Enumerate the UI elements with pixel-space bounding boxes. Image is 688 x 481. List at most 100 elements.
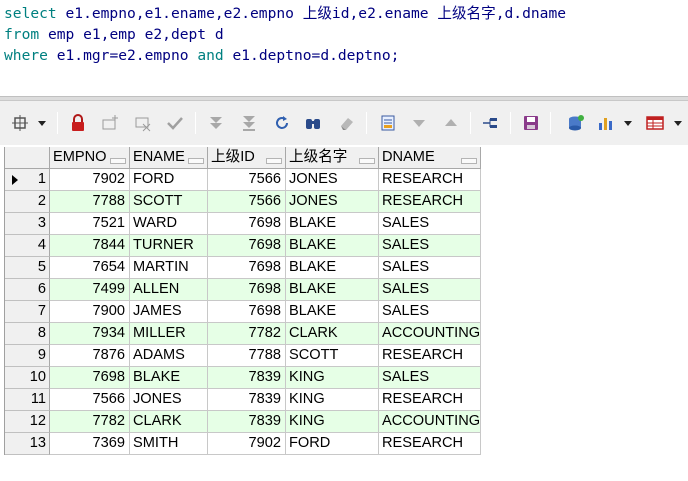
cell-ename[interactable]: MARTIN [130, 257, 208, 279]
cell-mgr-name[interactable]: JONES [286, 169, 379, 191]
cell-dname[interactable]: SALES [379, 301, 481, 323]
cell-ename[interactable]: SCOTT [130, 191, 208, 213]
row-number[interactable]: 8 [5, 323, 50, 345]
cell-mgr-id[interactable]: 7839 [208, 411, 286, 433]
save-icon[interactable] [522, 114, 540, 132]
cell-mgr-name[interactable]: KING [286, 411, 379, 433]
sort-asc-icon[interactable] [442, 114, 460, 132]
row-number[interactable]: 9 [5, 345, 50, 367]
cell-mgr-id[interactable]: 7698 [208, 235, 286, 257]
cell-mgr-name[interactable]: KING [286, 367, 379, 389]
row-number[interactable]: 6 [5, 279, 50, 301]
cell-empno[interactable]: 7369 [50, 433, 130, 455]
cell-empno[interactable]: 7844 [50, 235, 130, 257]
cell-mgr-name[interactable]: BLAKE [286, 257, 379, 279]
cell-mgr-id[interactable]: 7566 [208, 191, 286, 213]
row-number[interactable]: 3 [5, 213, 50, 235]
refresh-icon[interactable] [273, 114, 291, 132]
cell-ename[interactable]: ADAMS [130, 345, 208, 367]
cell-empno[interactable]: 7902 [50, 169, 130, 191]
chevron-down-icon[interactable] [674, 121, 682, 126]
sort-desc-icon[interactable] [410, 114, 428, 132]
column-header-empno[interactable]: EMPNO [50, 147, 130, 169]
cell-mgr-name[interactable]: FORD [286, 433, 379, 455]
fetch-last-icon[interactable] [240, 114, 258, 132]
row-number[interactable]: 11 [5, 389, 50, 411]
cell-mgr-name[interactable]: BLAKE [286, 301, 379, 323]
column-header-dname[interactable]: DNAME [379, 147, 481, 169]
column-header-mgr-name[interactable]: 上级名字 [286, 147, 379, 169]
cell-mgr-id[interactable]: 7698 [208, 213, 286, 235]
row-number[interactable]: 5 [5, 257, 50, 279]
cell-mgr-id[interactable]: 7698 [208, 279, 286, 301]
cell-empno[interactable]: 7934 [50, 323, 130, 345]
cell-dname[interactable]: SALES [379, 367, 481, 389]
cell-ename[interactable]: SMITH [130, 433, 208, 455]
cell-mgr-id[interactable]: 7698 [208, 301, 286, 323]
row-number[interactable]: 13 [5, 433, 50, 455]
row-number[interactable]: 7 [5, 301, 50, 323]
connect-icon[interactable] [481, 114, 499, 132]
cell-dname[interactable]: RESEARCH [379, 389, 481, 411]
cell-dname[interactable]: SALES [379, 257, 481, 279]
cell-empno[interactable]: 7654 [50, 257, 130, 279]
cell-ename[interactable]: WARD [130, 213, 208, 235]
fetch-next-icon[interactable] [207, 114, 225, 132]
cell-dname[interactable]: RESEARCH [379, 345, 481, 367]
cell-mgr-name[interactable]: BLAKE [286, 279, 379, 301]
cell-dname[interactable]: RESEARCH [379, 169, 481, 191]
delete-record-icon[interactable] [134, 114, 152, 132]
column-header-ename[interactable]: ENAME [130, 147, 208, 169]
row-number[interactable]: 4 [5, 235, 50, 257]
lock-icon[interactable] [69, 114, 87, 132]
cell-mgr-id[interactable]: 7782 [208, 323, 286, 345]
cell-mgr-name[interactable]: KING [286, 389, 379, 411]
corner-cell[interactable] [5, 147, 50, 169]
save-query-icon[interactable] [379, 114, 397, 132]
row-number[interactable]: 10 [5, 367, 50, 389]
cell-empno[interactable]: 7499 [50, 279, 130, 301]
clear-icon[interactable] [338, 114, 356, 132]
cell-ename[interactable]: JONES [130, 389, 208, 411]
cell-empno[interactable]: 7782 [50, 411, 130, 433]
results-grid[interactable]: EMPNO ENAME 上级ID 上级名字 DNAME 1 7902 FORD 756… [4, 147, 481, 455]
cell-mgr-id[interactable]: 7902 [208, 433, 286, 455]
cell-ename[interactable]: ALLEN [130, 279, 208, 301]
find-icon[interactable] [304, 114, 322, 132]
chevron-down-icon[interactable] [624, 121, 632, 126]
row-number[interactable]: 2 [5, 191, 50, 213]
sql-editor[interactable]: select e1.empno,e1.ename,e2.empno 上级id,e… [0, 0, 688, 96]
cell-ename[interactable]: MILLER [130, 323, 208, 345]
cell-dname[interactable]: RESEARCH [379, 191, 481, 213]
cell-mgr-id[interactable]: 7698 [208, 257, 286, 279]
cell-dname[interactable]: ACCOUNTING [379, 323, 481, 345]
cell-empno[interactable]: 7566 [50, 389, 130, 411]
cell-ename[interactable]: FORD [130, 169, 208, 191]
cell-mgr-name[interactable]: BLAKE [286, 235, 379, 257]
cell-dname[interactable]: SALES [379, 235, 481, 257]
cell-mgr-name[interactable]: SCOTT [286, 345, 379, 367]
cell-ename[interactable]: CLARK [130, 411, 208, 433]
cell-ename[interactable]: JAMES [130, 301, 208, 323]
cell-empno[interactable]: 7900 [50, 301, 130, 323]
cell-mgr-name[interactable]: JONES [286, 191, 379, 213]
cell-dname[interactable]: SALES [379, 213, 481, 235]
cell-dname[interactable]: RESEARCH [379, 433, 481, 455]
add-record-icon[interactable] [101, 114, 119, 132]
cell-empno[interactable]: 7698 [50, 367, 130, 389]
cell-empno[interactable]: 7876 [50, 345, 130, 367]
cell-mgr-name[interactable]: BLAKE [286, 213, 379, 235]
row-number[interactable]: 12 [5, 411, 50, 433]
cell-empno[interactable]: 7521 [50, 213, 130, 235]
cell-mgr-name[interactable]: CLARK [286, 323, 379, 345]
cell-mgr-id[interactable]: 7839 [208, 389, 286, 411]
cell-mgr-id[interactable]: 7566 [208, 169, 286, 191]
cell-dname[interactable]: SALES [379, 279, 481, 301]
cell-mgr-id[interactable]: 7839 [208, 367, 286, 389]
column-header-mgr-id[interactable]: 上级ID [208, 147, 286, 169]
cell-dname[interactable]: ACCOUNTING [379, 411, 481, 433]
cell-mgr-id[interactable]: 7788 [208, 345, 286, 367]
export-icon[interactable] [567, 114, 585, 132]
grid-settings-icon[interactable] [11, 114, 29, 132]
chart-icon[interactable] [597, 114, 615, 132]
